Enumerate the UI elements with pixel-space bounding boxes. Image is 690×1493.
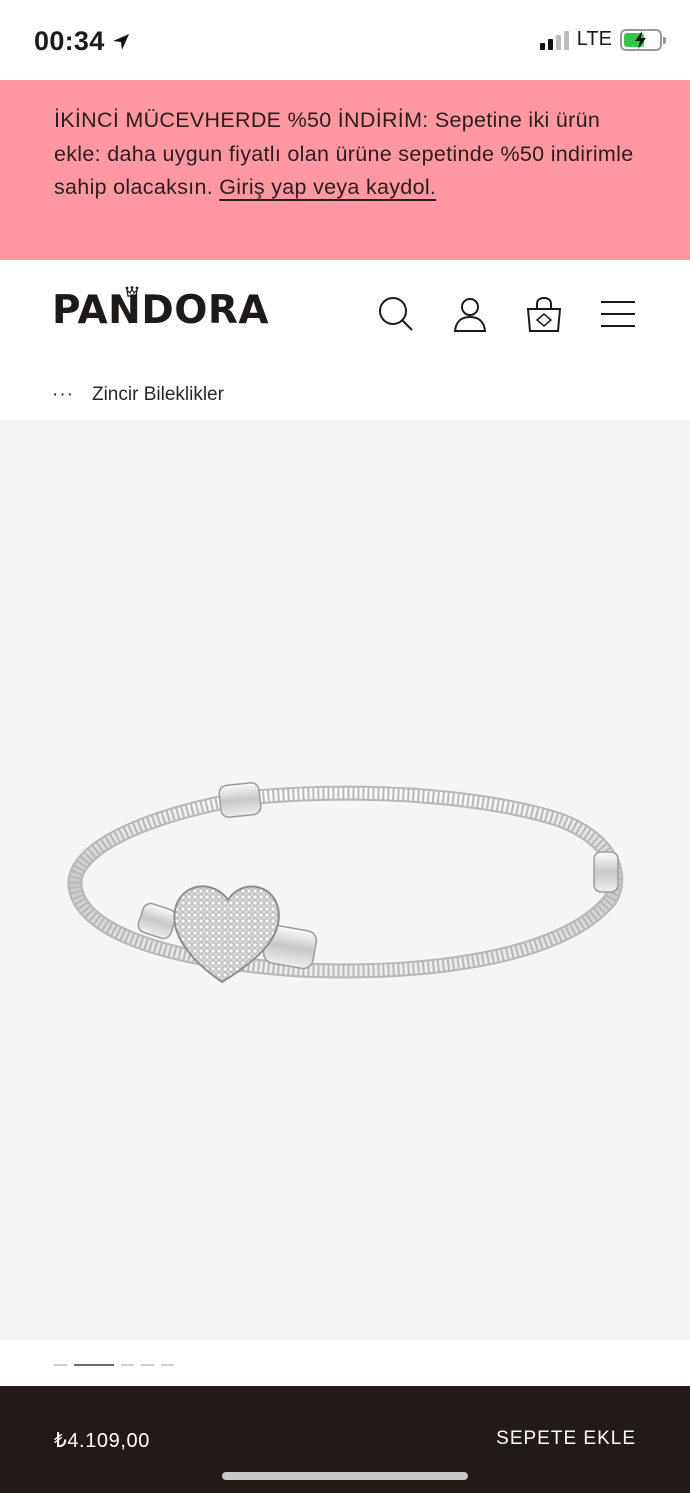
crown-icon — [125, 286, 139, 297]
status-time: 00:34 — [34, 26, 131, 57]
site-header: PANDORA — [0, 260, 690, 370]
cart-button[interactable] — [525, 294, 599, 334]
search-button[interactable] — [377, 294, 451, 334]
image-carousel-indicators — [54, 1364, 174, 1366]
promo-text-block: İKİNCİ MÜCEVHERDE %50 İNDİRİM: Sepetine … — [54, 104, 636, 205]
location-arrow-icon — [112, 33, 129, 50]
shopping-bag-icon — [526, 296, 562, 332]
menu-icon — [601, 301, 635, 327]
breadcrumb-ellipsis[interactable]: ··· — [52, 384, 74, 406]
search-icon — [379, 297, 413, 331]
home-indicator[interactable] — [222, 1472, 468, 1480]
signal-icon — [539, 30, 569, 50]
breadcrumb-current[interactable]: Zincir Bileklikler — [92, 384, 224, 406]
account-button[interactable] — [451, 294, 525, 334]
battery-icon — [620, 28, 666, 51]
network-type: LTE — [576, 28, 612, 50]
status-indicators: LTE — [539, 28, 666, 51]
promo-banner: İKİNCİ MÜCEVHERDE %50 İNDİRİM: Sepetine … — [0, 80, 690, 260]
carousel-dot[interactable] — [161, 1364, 174, 1366]
add-to-cart-button[interactable]: SEPETE EKLE — [496, 1428, 636, 1450]
carousel-dot[interactable] — [121, 1364, 134, 1366]
product-price: ₺4.109,00 — [54, 1430, 150, 1452]
charging-bolt-icon — [635, 30, 646, 49]
carousel-dot[interactable] — [54, 1364, 67, 1366]
login-register-link[interactable]: Giriş yap veya kaydol. — [219, 175, 436, 199]
carousel-dot[interactable] — [141, 1364, 154, 1366]
header-actions — [377, 294, 673, 334]
breadcrumb: ··· Zincir Bileklikler — [52, 384, 224, 406]
bracelet-image — [67, 782, 624, 984]
menu-button[interactable] — [599, 294, 673, 334]
pandora-logo[interactable]: PANDORA — [52, 288, 269, 333]
status-bar: 00:34 LTE — [0, 0, 690, 80]
product-image-area[interactable] — [0, 420, 690, 1340]
clock-text: 00:34 — [34, 26, 105, 56]
carousel-dot[interactable] — [74, 1364, 114, 1366]
account-icon — [453, 298, 487, 332]
